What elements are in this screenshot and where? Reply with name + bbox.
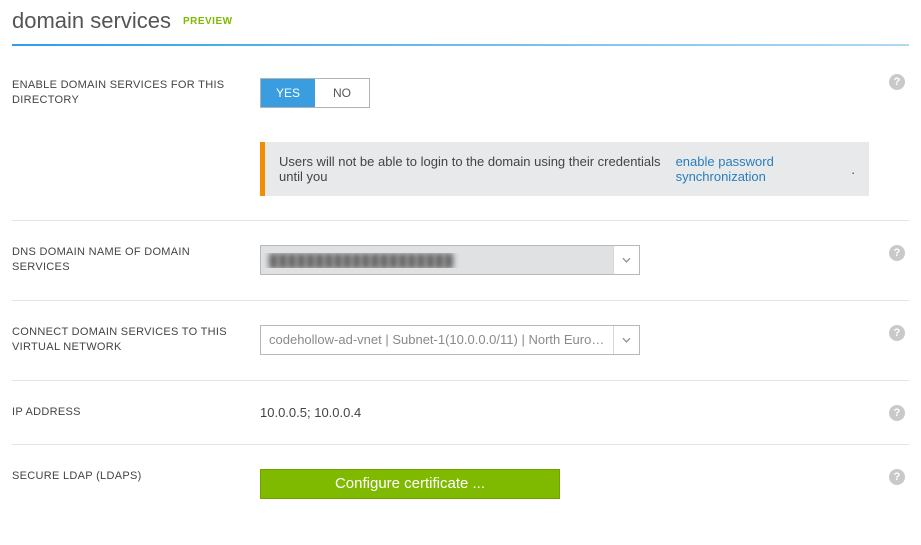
enable-toggle[interactable]: YES NO (260, 78, 370, 108)
chevron-down-icon (613, 326, 639, 354)
vnet-dropdown[interactable]: codehollow-ad-vnet | Subnet-1(10.0.0.0/1… (260, 325, 640, 355)
ip-value: 10.0.0.5; 10.0.0.4 (260, 405, 869, 420)
dns-dropdown[interactable]: ████████████████████ (260, 245, 640, 275)
help-icon[interactable]: ? (889, 74, 905, 90)
dns-label: DNS DOMAIN NAME OF DOMAIN SERVICES (12, 245, 260, 276)
header-divider (12, 44, 909, 46)
enable-no-option[interactable]: NO (315, 79, 369, 107)
enable-yes-option[interactable]: YES (261, 79, 315, 107)
ldaps-label: SECURE LDAP (LDAPS) (12, 469, 260, 484)
section-dns: DNS DOMAIN NAME OF DOMAIN SERVICES █████… (12, 220, 909, 300)
section-enable: ENABLE DOMAIN SERVICES FOR THIS DIRECTOR… (12, 70, 909, 220)
section-ldaps: SECURE LDAP (LDAPS) Configure certificat… (12, 444, 909, 523)
info-banner: Users will not be able to login to the d… (260, 142, 869, 196)
section-ip: IP ADDRESS 10.0.0.5; 10.0.0.4 ? (12, 380, 909, 444)
vnet-label: CONNECT DOMAIN SERVICES TO THIS VIRTUAL … (12, 325, 260, 356)
info-banner-suffix: . (851, 162, 855, 177)
page-header: domain services PREVIEW (12, 8, 909, 44)
help-icon[interactable]: ? (889, 469, 905, 485)
info-banner-text: Users will not be able to login to the d… (279, 154, 676, 184)
password-sync-link[interactable]: enable password synchronization (676, 154, 852, 184)
vnet-dropdown-value: codehollow-ad-vnet | Subnet-1(10.0.0.0/1… (261, 332, 613, 347)
help-icon[interactable]: ? (889, 405, 905, 421)
page-title: domain services (12, 8, 171, 34)
configure-certificate-button[interactable]: Configure certificate ... (260, 469, 560, 499)
enable-label: ENABLE DOMAIN SERVICES FOR THIS DIRECTOR… (12, 78, 260, 109)
help-icon[interactable]: ? (889, 325, 905, 341)
ip-label: IP ADDRESS (12, 405, 260, 420)
chevron-down-icon (613, 246, 639, 274)
dns-dropdown-value: ████████████████████ (261, 253, 613, 268)
preview-badge: PREVIEW (183, 16, 233, 27)
help-icon[interactable]: ? (889, 245, 905, 261)
section-vnet: CONNECT DOMAIN SERVICES TO THIS VIRTUAL … (12, 300, 909, 380)
